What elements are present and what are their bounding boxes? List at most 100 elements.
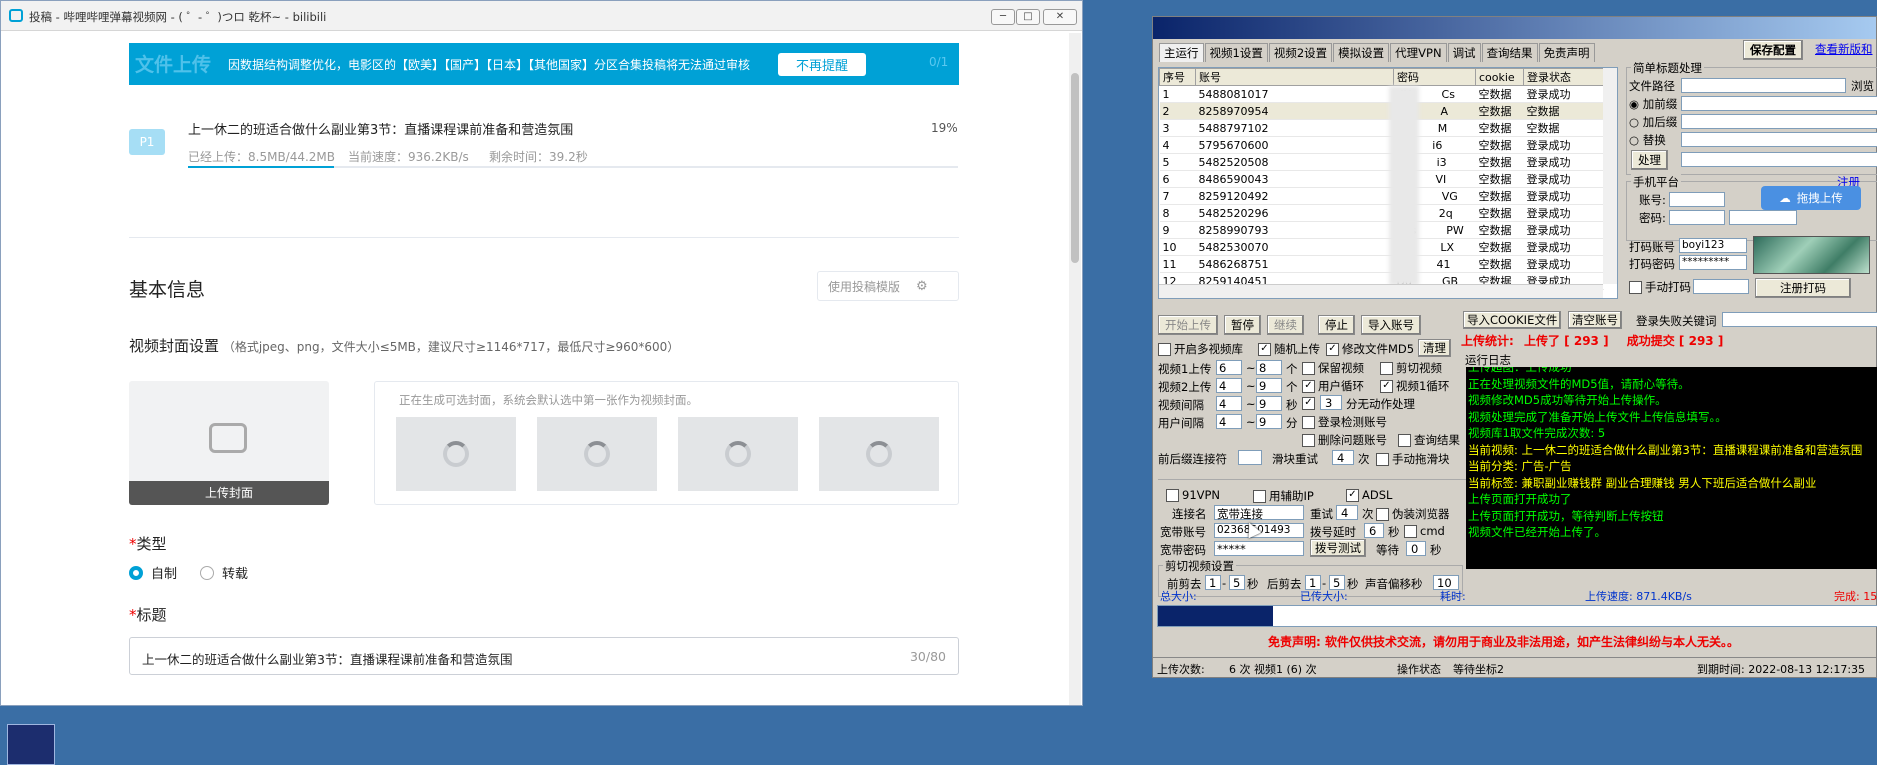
table-row[interactable]: 15488081017dUCs空数据登录成功 [1159, 85, 1604, 103]
broadband-password-input[interactable]: ***** [1214, 541, 1304, 556]
col-cookie[interactable]: cookie [1475, 68, 1524, 86]
manual-slide-checkbox[interactable]: 手动拖滑块 [1376, 451, 1450, 467]
table-row[interactable]: 68486590043wVI空数据登录成功 [1159, 170, 1604, 188]
title-input[interactable]: 上一休二的班适合做什么副业第3节：直播课程课前准备和营造氛围 30/80 [129, 637, 959, 675]
dismiss-notice-button[interactable]: 不再提醒 [778, 53, 867, 76]
wait-input[interactable]: 0 [1406, 541, 1426, 556]
replace-input[interactable] [1681, 132, 1877, 147]
conn-name-input[interactable]: 宽带连接 [1214, 505, 1304, 521]
update-link[interactable]: 查看新版和 [1815, 41, 1873, 57]
v2-min-input[interactable]: 4 [1216, 378, 1242, 393]
clear-accounts-button[interactable]: 清空账号 [1568, 311, 1622, 329]
v1-max-input[interactable]: 8 [1256, 360, 1282, 375]
phone-password-input[interactable] [1669, 210, 1725, 225]
table-row[interactable]: 55482520508j9i3空数据登录成功 [1159, 153, 1604, 171]
type-radio-repost[interactable]: 转载 [200, 563, 248, 582]
tab-proxy[interactable]: 代理VPN [1390, 43, 1447, 62]
video-loop-checkbox[interactable]: ✓ 视频1循环 [1380, 378, 1449, 394]
user-loop-checkbox[interactable]: ✓ 用户循环 [1302, 378, 1364, 394]
save-config-button[interactable]: 保存配置 [1743, 40, 1803, 60]
table-row[interactable]: 105482530070kALX空数据登录成功 [1159, 238, 1604, 256]
prefix-input[interactable] [1681, 96, 1877, 111]
table-row[interactable]: 45795670600zi6空数据登录成功 [1159, 136, 1604, 154]
vpn-checkbox[interactable]: 91VPN [1166, 488, 1220, 502]
table-row[interactable]: 28258970954p7A空数据空数据 [1159, 102, 1604, 120]
phone-select[interactable] [1729, 210, 1797, 225]
tab-video1[interactable]: 视频1设置 [1204, 43, 1268, 62]
cover-candidate-3[interactable] [678, 417, 798, 491]
col-index[interactable]: 序号 [1159, 68, 1196, 86]
no-action-checkbox[interactable]: ✓ [1302, 396, 1318, 410]
multi-lib-checkbox[interactable]: 开启多视频库 [1158, 341, 1243, 357]
user-min-input[interactable]: 4 [1216, 414, 1242, 429]
import-accounts-button[interactable]: 导入账号 [1361, 315, 1421, 335]
cover-candidate-2[interactable] [537, 417, 657, 491]
process-button[interactable]: 处理 [1631, 150, 1668, 170]
interval-max-input[interactable]: 9 [1256, 396, 1282, 411]
tab-disclaimer[interactable]: 免责声明 [1538, 43, 1595, 62]
tab-main[interactable]: 主运行 [1159, 43, 1204, 62]
manual-captcha-checkbox[interactable]: 手动打码 [1629, 279, 1691, 295]
start-upload-button[interactable]: 开始上传 [1158, 315, 1218, 335]
type-radio-self[interactable]: 自制 [129, 563, 177, 582]
page-scrollbar[interactable] [1069, 33, 1081, 705]
suffix-input[interactable] [1681, 114, 1877, 129]
adsl-checkbox[interactable]: ✓ ADSL [1346, 488, 1392, 502]
table-row[interactable]: 354887971029(M空数据空数据 [1159, 119, 1604, 137]
random-upload-checkbox[interactable]: ✓ 随机上传 [1258, 341, 1320, 357]
captcha-account-input[interactable]: boyi123 [1679, 238, 1747, 253]
dial-delay-input[interactable]: 6 [1364, 523, 1384, 538]
maximize-button[interactable]: □ [1016, 9, 1040, 25]
v2-max-input[interactable]: 9 [1256, 378, 1282, 393]
import-cookie-button[interactable]: 导入COOKIE文件 [1463, 311, 1562, 329]
cover-candidate-1[interactable] [396, 417, 516, 491]
table-hscroll[interactable] [1159, 284, 1603, 298]
fake-browser-checkbox[interactable]: 伪装浏览器 [1376, 506, 1450, 522]
phone-account-input[interactable] [1669, 192, 1725, 207]
cmd-checkbox[interactable]: cmd [1404, 524, 1445, 538]
tab-results[interactable]: 查询结果 [1481, 43, 1538, 62]
col-password[interactable]: 密码 [1393, 68, 1476, 86]
desktop-app-icon[interactable] [7, 724, 55, 765]
table-row[interactable]: 85482520296iLj2q空数据登录成功 [1159, 204, 1604, 222]
v1-min-input[interactable]: 6 [1216, 360, 1242, 375]
clean-button[interactable]: 清理 [1418, 339, 1451, 357]
slide-retry-input[interactable]: 4 [1332, 450, 1354, 465]
scrollbar-thumb[interactable] [1071, 73, 1079, 263]
dial-test-button[interactable]: 拨号测试 [1310, 539, 1366, 557]
pause-button[interactable]: 暂停 [1224, 315, 1261, 335]
drag-upload-button[interactable]: ☁ 拖拽上传 [1761, 186, 1861, 210]
replace-radio[interactable]: ○ 替换 [1629, 132, 1666, 148]
col-login-status[interactable]: 登录状态 [1523, 68, 1604, 86]
suffix-radio[interactable]: ○ 加后缀 [1629, 114, 1677, 130]
delete-problem-checkbox[interactable]: 删除问题账号 [1302, 432, 1387, 448]
md5-checkbox[interactable]: ✓ 修改文件MD5 [1326, 341, 1414, 357]
close-button[interactable]: ✕ [1043, 9, 1077, 25]
fail-keyword-input[interactable] [1722, 312, 1877, 327]
retry-input[interactable]: 4 [1336, 505, 1358, 520]
login-detect-checkbox[interactable]: 登录检测账号 [1302, 414, 1387, 430]
template-button[interactable]: 使用投稿模版 ⚙ [817, 271, 959, 301]
tab-simulate[interactable]: 模拟设置 [1333, 43, 1390, 62]
no-action-input[interactable]: 3 [1320, 395, 1342, 410]
file-path-input[interactable] [1681, 78, 1846, 93]
resume-button[interactable]: 继续 [1267, 315, 1304, 335]
cover-candidate-4[interactable] [819, 417, 939, 491]
aux-ip-checkbox[interactable]: 用辅助IP [1253, 488, 1314, 504]
tab-video2[interactable]: 视频2设置 [1268, 43, 1333, 62]
prefix-radio[interactable]: ◉ 加前缀 [1629, 96, 1677, 112]
user-max-input[interactable]: 9 [1256, 414, 1282, 429]
stop-button[interactable]: 停止 [1318, 315, 1355, 335]
keep-video-checkbox[interactable]: 保留视频 [1302, 360, 1364, 376]
register-captcha-button[interactable]: 注册打码 [1755, 278, 1851, 298]
upload-cover-box[interactable]: 上传封面 [129, 381, 329, 505]
cut-video-checkbox[interactable]: 剪切视频 [1380, 360, 1442, 376]
interval-min-input[interactable]: 4 [1216, 396, 1242, 411]
table-row[interactable]: 115486268751Lf41空数据登录成功 [1159, 255, 1604, 273]
query-results-checkbox[interactable]: 查询结果 [1398, 432, 1460, 448]
col-account[interactable]: 账号 [1195, 68, 1394, 86]
browse-button[interactable]: 浏览 [1851, 78, 1874, 94]
table-row[interactable]: 98258990793dusPW空数据登录成功 [1159, 221, 1604, 239]
table-row[interactable]: 78259120492N8VG空数据登录成功 [1159, 187, 1604, 205]
captcha-password-input[interactable]: ********* [1679, 255, 1747, 270]
